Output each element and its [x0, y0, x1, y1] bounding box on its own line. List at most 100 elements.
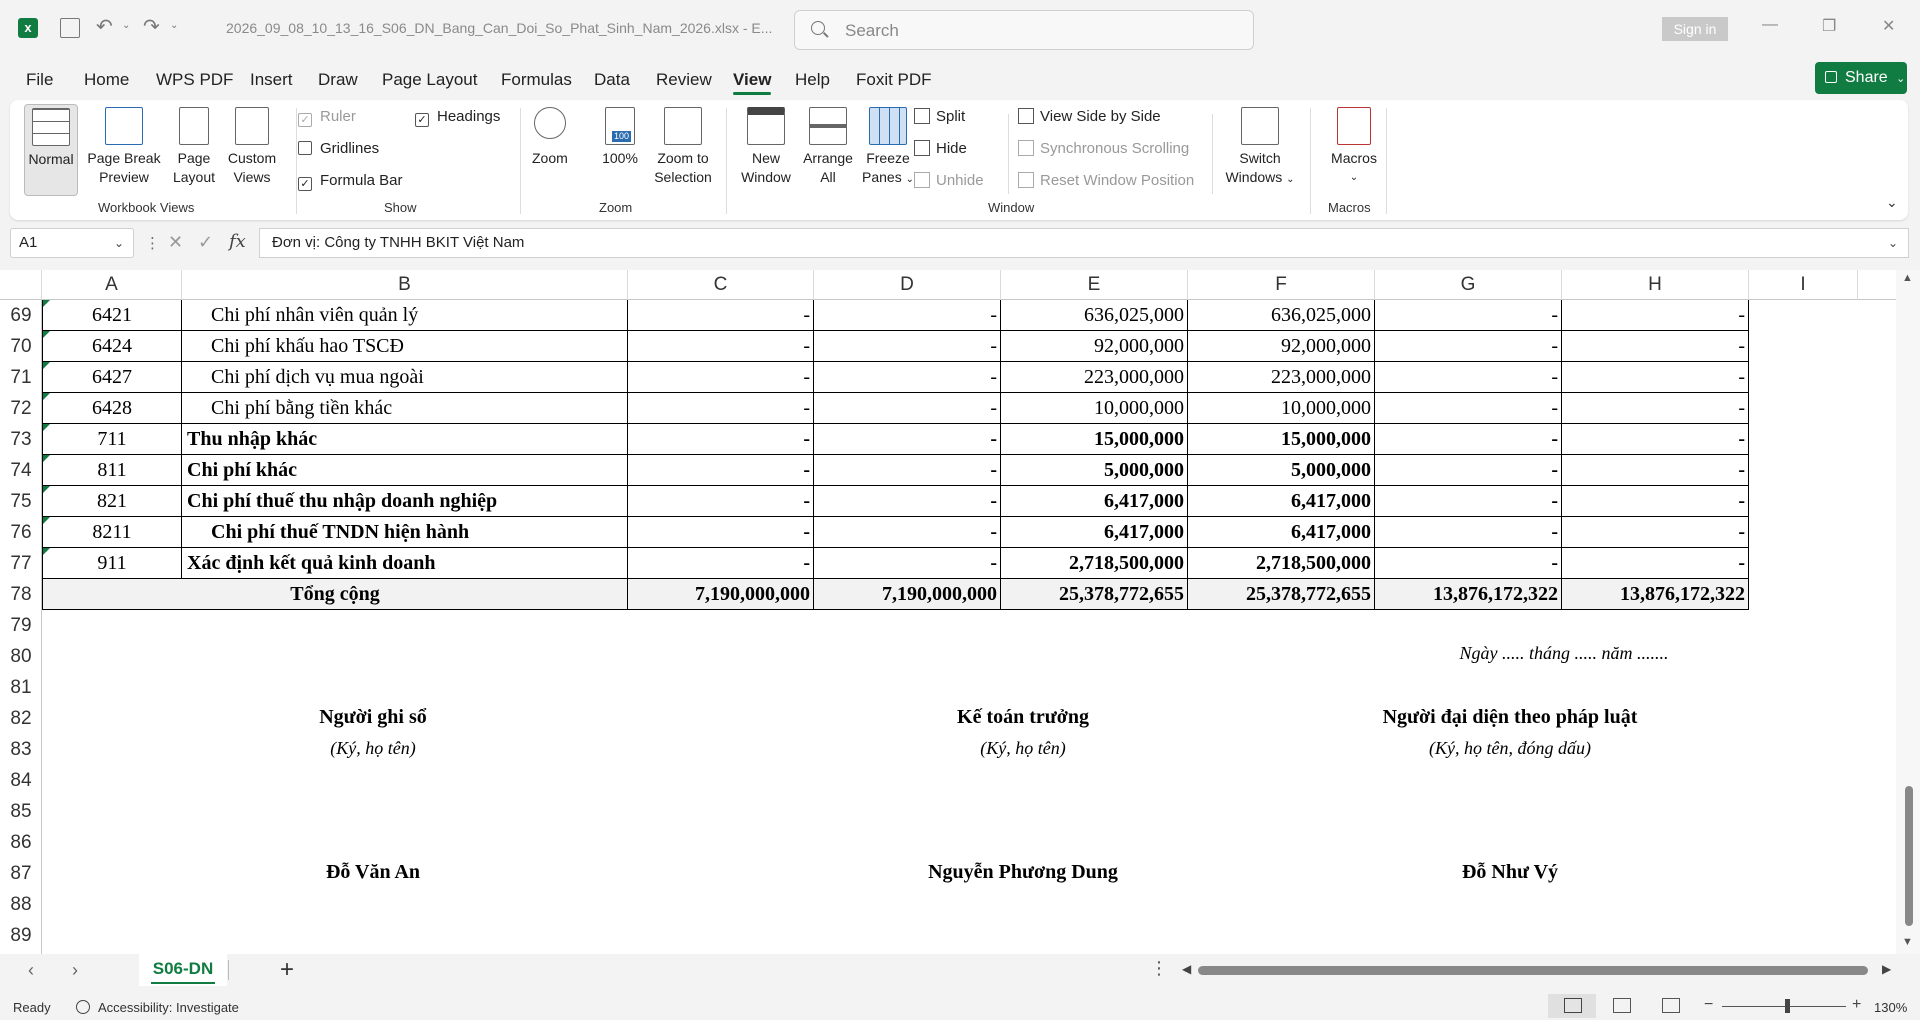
cells-area[interactable]: 6421 Chi phí nhân viên quản lý - -636,025,0…: [42, 300, 1896, 954]
row-header[interactable]: 87: [0, 858, 42, 889]
scroll-right-icon[interactable]: ▶: [1882, 962, 1891, 976]
cell-c[interactable]: -: [628, 331, 814, 362]
accessibility-icon[interactable]: [76, 1000, 90, 1014]
column-header-a[interactable]: A: [42, 270, 182, 300]
page-break-view-icon[interactable]: [1662, 998, 1680, 1013]
page-layout-view-icon[interactable]: [1613, 998, 1631, 1013]
scroll-down-icon[interactable]: ▼: [1902, 936, 1913, 948]
cell-c[interactable]: -: [628, 486, 814, 517]
cell-d[interactable]: -: [814, 455, 1001, 486]
cell-c[interactable]: -: [628, 362, 814, 393]
vertical-scrollbar[interactable]: ▲ ▼: [1896, 270, 1920, 954]
formula-bar-checkbox[interactable]: ✓ Formula Bar: [298, 172, 403, 191]
menu-home[interactable]: Home: [84, 70, 129, 90]
row-header[interactable]: 81: [0, 672, 42, 703]
cell-a[interactable]: 6428: [42, 393, 182, 424]
split-button[interactable]: Split: [914, 108, 965, 125]
cell-d[interactable]: -: [814, 424, 1001, 455]
menu-review[interactable]: Review: [656, 70, 712, 90]
column-header-g[interactable]: G: [1375, 270, 1562, 300]
cell-b[interactable]: Thu nhập khác: [182, 424, 628, 455]
row-header[interactable]: 84: [0, 765, 42, 796]
cell-d[interactable]: -: [814, 517, 1001, 548]
cell-c[interactable]: -: [628, 517, 814, 548]
column-header-i[interactable]: I: [1749, 270, 1858, 300]
name-box-dropdown-icon[interactable]: ⌄: [114, 236, 124, 250]
accessibility-status[interactable]: Accessibility: Investigate: [98, 1000, 239, 1015]
cell-e[interactable]: 15,000,000: [1001, 424, 1188, 455]
cell-b[interactable]: Chi phí nhân viên quản lý: [182, 300, 628, 331]
menu-file[interactable]: File: [26, 70, 53, 90]
cell-h[interactable]: -: [1562, 548, 1749, 579]
gridlines-checkbox[interactable]: Gridlines: [298, 140, 379, 157]
cell-e[interactable]: 6,417,000: [1001, 517, 1188, 548]
vertical-scroll-thumb[interactable]: [1905, 786, 1913, 926]
total-cell-e[interactable]: 25,378,772,655: [1001, 579, 1188, 610]
undo-dropdown-icon[interactable]: ⌄: [122, 20, 130, 31]
cell-b[interactable]: Chi phí bằng tiền khác: [182, 393, 628, 424]
zoom-button[interactable]: Zoom: [532, 107, 568, 168]
cell-g[interactable]: -: [1375, 548, 1562, 579]
switch-windows-button[interactable]: Switch Windows ⌄: [1218, 107, 1302, 189]
cell-a[interactable]: 6421: [42, 300, 182, 331]
cell-c[interactable]: -: [628, 424, 814, 455]
row-header[interactable]: 86: [0, 827, 42, 858]
cell-e[interactable]: 5,000,000: [1001, 455, 1188, 486]
cell-e[interactable]: 92,000,000: [1001, 331, 1188, 362]
cell-f[interactable]: 2,718,500,000: [1188, 548, 1375, 579]
synchronous-scrolling-button[interactable]: Synchronous Scrolling: [1018, 140, 1189, 157]
row-header[interactable]: 78: [0, 579, 42, 610]
menu-wps-pdf[interactable]: WPS PDF: [156, 70, 233, 90]
cell-b[interactable]: Chi phí thuế TNDN hiện hành: [182, 517, 628, 548]
cell-f[interactable]: 223,000,000: [1188, 362, 1375, 393]
row-header[interactable]: 75: [0, 486, 42, 517]
enter-icon[interactable]: ✓: [198, 232, 213, 253]
next-sheet-icon[interactable]: ›: [72, 960, 78, 981]
page-break-preview-button[interactable]: Page Break Preview: [84, 107, 164, 187]
zoom-in-icon[interactable]: +: [1852, 996, 1861, 1014]
cell-h[interactable]: -: [1562, 424, 1749, 455]
menu-formulas[interactable]: Formulas: [501, 70, 572, 90]
horizontal-scrollbar[interactable]: ◀ ▶: [1182, 962, 1892, 978]
total-cell-d[interactable]: 7,190,000,000: [814, 579, 1001, 610]
cell-f[interactable]: 6,417,000: [1188, 486, 1375, 517]
row-header[interactable]: 70: [0, 331, 42, 362]
cell-f[interactable]: 92,000,000: [1188, 331, 1375, 362]
cell-a[interactable]: 6424: [42, 331, 182, 362]
column-header-c[interactable]: C: [628, 270, 814, 300]
row-header[interactable]: 71: [0, 362, 42, 393]
cell-d[interactable]: -: [814, 362, 1001, 393]
row-header[interactable]: 82: [0, 703, 42, 734]
cell-g[interactable]: -: [1375, 393, 1562, 424]
total-cell-c[interactable]: 7,190,000,000: [628, 579, 814, 610]
sign-in-button[interactable]: Sign in: [1662, 17, 1728, 41]
cell-h[interactable]: -: [1562, 517, 1749, 548]
cell-a[interactable]: 811: [42, 455, 182, 486]
cell-c[interactable]: -: [628, 455, 814, 486]
cell-a[interactable]: 8211: [42, 517, 182, 548]
row-header[interactable]: 77: [0, 548, 42, 579]
row-header[interactable]: 74: [0, 455, 42, 486]
normal-view-icon[interactable]: [1564, 998, 1582, 1013]
total-label[interactable]: Tổng cộng: [42, 579, 628, 610]
freeze-panes-button[interactable]: Freeze Panes ⌄: [856, 107, 920, 189]
column-header-f[interactable]: F: [1188, 270, 1375, 300]
cell-a[interactable]: 711: [42, 424, 182, 455]
more-options-icon[interactable]: ⋮: [145, 234, 160, 252]
menu-page-layout[interactable]: Page Layout: [382, 70, 477, 90]
cell-f[interactable]: 15,000,000: [1188, 424, 1375, 455]
collapse-ribbon-icon[interactable]: ⌄: [1886, 194, 1898, 211]
cell-a[interactable]: 911: [42, 548, 182, 579]
page-layout-button[interactable]: Page Layout: [168, 107, 220, 187]
restore-icon[interactable]: ❐: [1822, 16, 1836, 36]
total-cell-h[interactable]: 13,876,172,322: [1562, 579, 1749, 610]
horizontal-scroll-thumb[interactable]: [1198, 966, 1868, 975]
cell-c[interactable]: -: [628, 300, 814, 331]
row-header[interactable]: 73: [0, 424, 42, 455]
reset-window-position-button[interactable]: Reset Window Position: [1018, 172, 1194, 189]
save-icon[interactable]: [60, 18, 80, 38]
insert-function-icon[interactable]: fx: [229, 231, 246, 252]
total-cell-g[interactable]: 13,876,172,322: [1375, 579, 1562, 610]
column-header-h[interactable]: H: [1562, 270, 1749, 300]
macros-button[interactable]: Macros ⌄: [1320, 107, 1388, 187]
